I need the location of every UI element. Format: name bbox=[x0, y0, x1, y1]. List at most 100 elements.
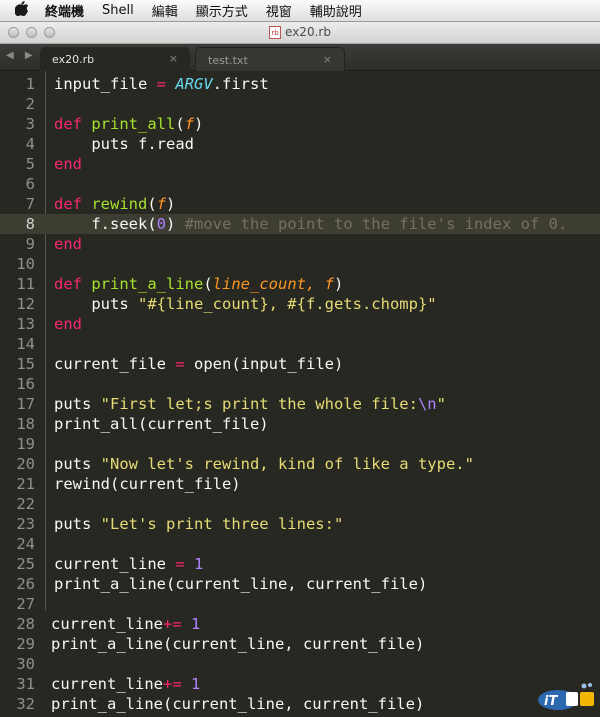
line-number: 14 bbox=[16, 335, 35, 353]
code-token: puts bbox=[54, 515, 101, 533]
code-token: ( bbox=[203, 275, 213, 293]
line-number: 21 bbox=[16, 475, 35, 493]
code-line[interactable]: 3 def print_all(f) bbox=[0, 114, 600, 134]
line-number: 6 bbox=[25, 175, 35, 193]
code-line[interactable]: 2 bbox=[0, 94, 600, 114]
code-line[interactable]: 28 current_line+= 1 bbox=[0, 614, 600, 634]
tab-label: test.txt bbox=[208, 54, 248, 67]
code-token: line_count, f bbox=[212, 275, 334, 293]
code-line[interactable]: 16 bbox=[0, 374, 600, 394]
line-number: 23 bbox=[16, 515, 35, 533]
code-token: input_file bbox=[54, 75, 157, 93]
line-number: 20 bbox=[16, 455, 35, 473]
code-text: input_file = ARGV.first bbox=[54, 74, 269, 94]
code-line[interactable]: 7 def rewind(f) bbox=[0, 194, 600, 214]
code-line[interactable]: 9 end bbox=[0, 234, 600, 254]
menu-shell[interactable]: Shell bbox=[93, 3, 143, 18]
code-token: 1 bbox=[194, 555, 204, 573]
code-line[interactable]: 31 current_line+= 1 bbox=[0, 674, 600, 694]
apple-menu-icon[interactable] bbox=[6, 1, 36, 20]
code-line[interactable]: 11 def print_a_line(line_count, f) bbox=[0, 274, 600, 294]
code-line[interactable]: 17 puts "First let;s print the whole file… bbox=[0, 394, 600, 414]
code-line[interactable]: 21 rewind(current_file) bbox=[0, 474, 600, 494]
line-number: 7 bbox=[25, 195, 35, 213]
code-line[interactable]: 4 puts f.read bbox=[0, 134, 600, 154]
tab-test-txt[interactable]: test.txt × bbox=[195, 47, 345, 71]
line-number: 31 bbox=[16, 675, 35, 693]
tab-ex20-rb[interactable]: ex20.rb × bbox=[40, 47, 190, 71]
code-line[interactable]: 18 print_all(current_file) bbox=[0, 414, 600, 434]
code-token: = bbox=[156, 75, 166, 93]
code-token: ) bbox=[166, 215, 185, 233]
code-token: \n bbox=[417, 395, 437, 413]
code-editor[interactable]: 1 input_file = ARGV.first 2 3 def print_all(… bbox=[0, 71, 600, 717]
code-line[interactable]: 19 bbox=[0, 434, 600, 454]
code-token: end bbox=[54, 155, 82, 173]
code-line[interactable]: 8 f.seek(0) #move the point to the file'… bbox=[0, 214, 600, 234]
menu-window[interactable]: 視窗 bbox=[257, 1, 301, 20]
code-line[interactable]: 22 bbox=[0, 494, 600, 514]
line-number: 17 bbox=[16, 395, 35, 413]
code-text: current_line+= 1 bbox=[51, 674, 200, 694]
tab-close-icon[interactable]: × bbox=[323, 53, 332, 66]
line-number: 2 bbox=[25, 95, 35, 113]
line-number: 5 bbox=[25, 155, 35, 173]
code-text: current_file = open(input_file) bbox=[54, 354, 343, 374]
code-line[interactable]: 23 puts "Let's print three lines:" bbox=[0, 514, 600, 534]
tab-nav-arrows-icon[interactable]: ◀ ▶ bbox=[6, 50, 37, 61]
itbang-watermark-logo: iT bbox=[536, 680, 596, 712]
code-line[interactable]: 12 puts "#{line_count}, #{f.gets.chomp}" bbox=[0, 294, 600, 314]
line-number: 3 bbox=[25, 115, 35, 133]
code-line[interactable]: 24 bbox=[0, 534, 600, 554]
code-text: puts "First let;s print the whole file:\… bbox=[54, 394, 446, 414]
code-text: end bbox=[54, 314, 82, 334]
code-token: f.seek( bbox=[54, 215, 157, 233]
code-token: current_file bbox=[54, 355, 176, 373]
code-line[interactable]: 25 current_line = 1 bbox=[0, 554, 600, 574]
code-line[interactable]: 14 bbox=[0, 334, 600, 354]
tab-close-icon[interactable]: × bbox=[169, 52, 178, 65]
code-token: ) bbox=[334, 275, 344, 293]
code-token: rewind bbox=[91, 195, 148, 213]
menu-help[interactable]: 輔助說明 bbox=[301, 1, 371, 20]
code-line[interactable]: 6 bbox=[0, 174, 600, 194]
code-token: puts bbox=[54, 455, 101, 473]
menu-terminal[interactable]: 終端機 bbox=[36, 1, 93, 20]
menu-view[interactable]: 顯示方式 bbox=[187, 1, 257, 20]
code-token: puts f.read bbox=[54, 135, 194, 153]
code-token: print_a_line(current_line, current_file) bbox=[51, 695, 425, 713]
code-token: current_line bbox=[51, 615, 163, 633]
line-number: 29 bbox=[16, 635, 35, 653]
code-line[interactable]: 27 bbox=[0, 594, 600, 614]
code-text: end bbox=[54, 154, 82, 174]
code-token: ( bbox=[175, 115, 185, 133]
line-number: 28 bbox=[16, 615, 35, 633]
line-number: 25 bbox=[16, 555, 35, 573]
code-token: end bbox=[54, 315, 82, 333]
code-line[interactable]: 32 print_a_line(current_line, current_fil… bbox=[0, 694, 600, 714]
code-token: = bbox=[175, 355, 185, 373]
window-title-text: ex20.rb bbox=[285, 25, 331, 39]
code-token: "Now let's rewind, kind of like a type." bbox=[100, 455, 474, 473]
code-line[interactable]: 30 bbox=[0, 654, 600, 674]
code-text: current_line+= 1 bbox=[51, 614, 200, 634]
code-line[interactable]: 5 end bbox=[0, 154, 600, 174]
code-text: end bbox=[54, 234, 82, 254]
code-token: end bbox=[54, 235, 82, 253]
code-line[interactable]: 13 end bbox=[0, 314, 600, 334]
code-line[interactable]: 29 print_a_line(current_line, current_fil… bbox=[0, 634, 600, 654]
line-number: 19 bbox=[16, 435, 35, 453]
code-line[interactable]: 26 print_a_line(current_line, current_fil… bbox=[0, 574, 600, 594]
line-number: 32 bbox=[16, 695, 35, 713]
code-token: open(input_file) bbox=[184, 355, 344, 373]
code-line[interactable]: 20 puts "Now let's rewind, kind of like a… bbox=[0, 454, 600, 474]
menu-edit[interactable]: 編輯 bbox=[143, 1, 187, 20]
code-line[interactable]: 15 current_file = open(input_file) bbox=[0, 354, 600, 374]
code-text: current_line = 1 bbox=[54, 554, 203, 574]
code-line[interactable]: 10 bbox=[0, 254, 600, 274]
code-line[interactable]: 1 input_file = ARGV.first bbox=[0, 74, 600, 94]
